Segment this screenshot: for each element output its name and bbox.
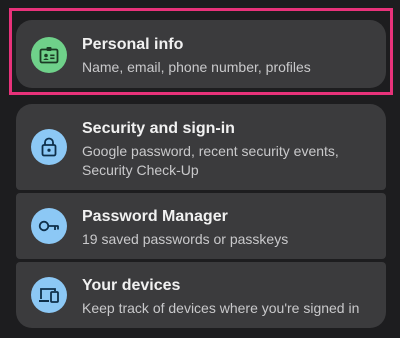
security-signin-description-line2: Security Check-Up — [82, 162, 199, 178]
password-manager-card[interactable]: Password Manager 19 saved passwords or p… — [16, 193, 386, 259]
security-signin-description-line1: Google password, recent security events, — [82, 143, 339, 159]
security-signin-description: Google password, recent security events,… — [82, 142, 339, 180]
your-devices-description: Keep track of devices where you're signe… — [82, 300, 360, 316]
security-signin-title: Security and sign-in — [82, 120, 235, 137]
security-signin-card[interactable]: Security and sign-in Google password, re… — [16, 104, 386, 190]
password-manager-title: Password Manager — [82, 208, 228, 225]
devices-icon — [31, 277, 67, 313]
your-devices-title: Your devices — [82, 277, 181, 294]
highlight-border — [9, 8, 393, 95]
key-icon — [31, 208, 67, 244]
password-manager-description: 19 saved passwords or passkeys — [82, 231, 289, 247]
lock-icon — [31, 129, 67, 165]
your-devices-card[interactable]: Your devices Keep track of devices where… — [16, 262, 386, 328]
